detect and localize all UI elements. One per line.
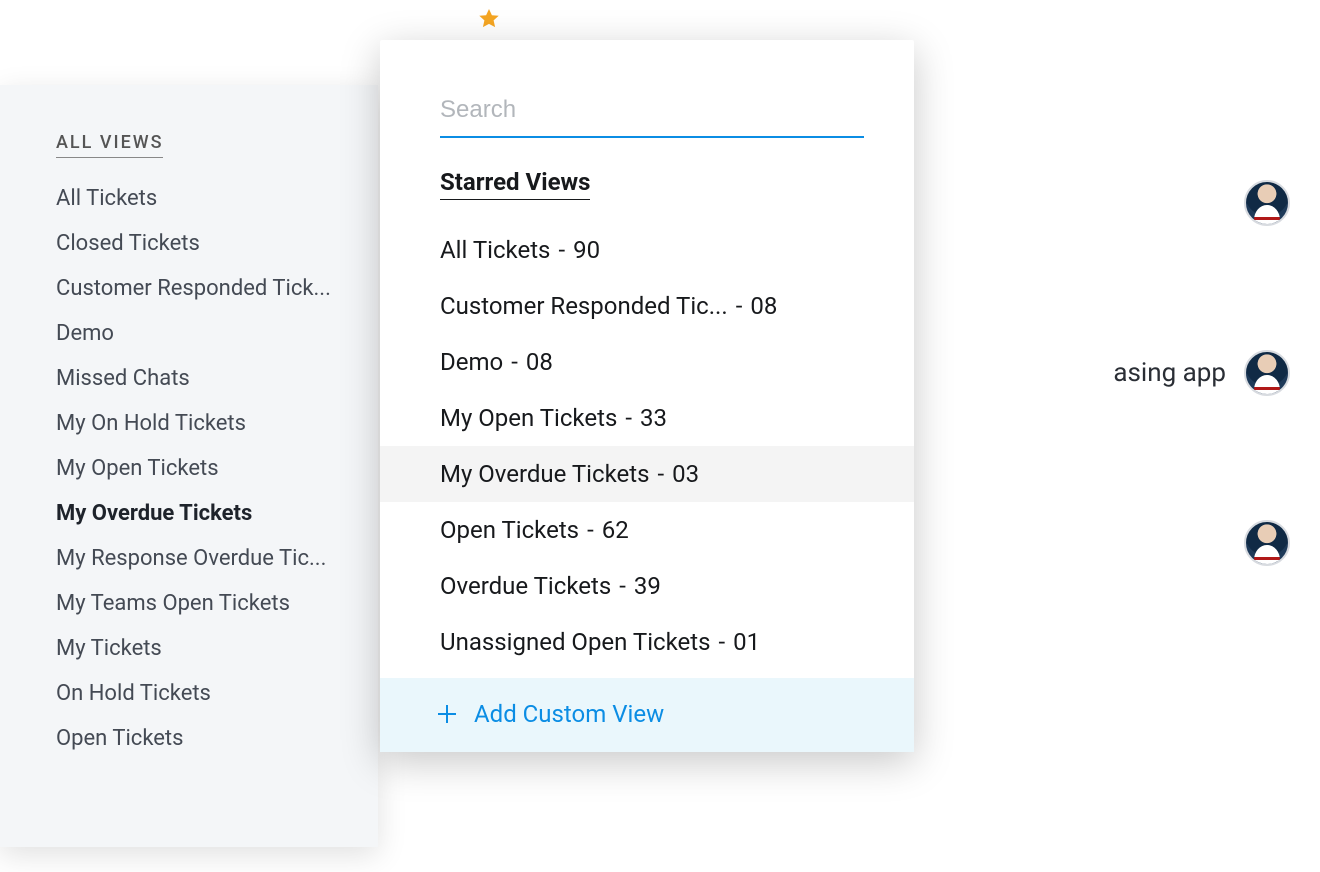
starred-view-label: My Open Tickets — [440, 404, 617, 432]
sidebar-item[interactable]: My Open Tickets — [56, 456, 346, 481]
starred-view-item[interactable]: Customer Responded Tic... - 08 — [380, 278, 914, 334]
separator: - — [558, 236, 565, 264]
sidebar-item[interactable]: My On Hold Tickets — [56, 411, 346, 436]
starred-view-count: 08 — [526, 348, 553, 376]
starred-view-item[interactable]: Demo - 08 — [380, 334, 914, 390]
avatar — [1244, 520, 1290, 566]
sidebar-item[interactable]: Customer Responded Tick... — [56, 276, 346, 301]
starred-views-dropdown: Starred Views All Tickets - 90Customer R… — [380, 40, 914, 752]
starred-view-item[interactable]: Overdue Tickets - 39 — [380, 558, 914, 614]
ticket-row[interactable]: asing app — [912, 350, 1290, 396]
starred-view-count: 33 — [640, 404, 667, 432]
separator: - — [511, 348, 518, 376]
starred-view-label: Unassigned Open Tickets — [440, 628, 711, 656]
starred-view-label: Demo — [440, 348, 503, 376]
starred-views-heading: Starred Views — [440, 168, 590, 200]
separator: - — [625, 404, 632, 432]
sidebar-item[interactable]: My Teams Open Tickets — [56, 591, 346, 616]
separator: - — [736, 292, 743, 320]
search-wrap — [380, 90, 914, 168]
separator: - — [587, 516, 594, 544]
starred-list: All Tickets - 90Customer Responded Tic..… — [380, 222, 914, 670]
add-custom-view-button[interactable]: Add Custom View — [380, 678, 914, 752]
starred-view-item[interactable]: Open Tickets - 62 — [380, 502, 914, 558]
star-icon — [477, 7, 501, 31]
starred-view-count: 03 — [672, 460, 699, 488]
starred-view-item[interactable]: All Tickets - 90 — [380, 222, 914, 278]
starred-view-count: 39 — [634, 572, 661, 600]
sidebar-item[interactable]: All Tickets — [56, 186, 346, 211]
avatar — [1244, 350, 1290, 396]
sidebar-item[interactable]: Demo — [56, 321, 346, 346]
sidebar-item[interactable]: My Overdue Tickets — [56, 501, 346, 526]
starred-view-label: Open Tickets — [440, 516, 579, 544]
starred-view-count: 90 — [573, 236, 600, 264]
sidebar-item[interactable]: Open Tickets — [56, 726, 346, 751]
separator: - — [719, 628, 726, 656]
starred-view-count: 62 — [602, 516, 629, 544]
plus-icon — [438, 705, 456, 723]
starred-view-item[interactable]: My Open Tickets - 33 — [380, 390, 914, 446]
starred-view-item[interactable]: Unassigned Open Tickets - 01 — [380, 614, 914, 670]
sidebar-item[interactable]: Missed Chats — [56, 366, 346, 391]
starred-view-count: 01 — [733, 628, 760, 656]
sidebar-title: ALL VIEWS — [56, 132, 163, 158]
sidebar-item[interactable]: My Response Overdue Tic... — [56, 546, 346, 571]
starred-view-label: All Tickets — [440, 236, 550, 264]
separator: - — [619, 572, 626, 600]
views-sidebar: ALL VIEWS All Tickets Closed Tickets Custo… — [0, 85, 378, 847]
ticket-row[interactable] — [912, 520, 1290, 566]
sidebar-list: All Tickets Closed Tickets Customer Respon… — [56, 186, 348, 751]
starred-view-item[interactable]: My Overdue Tickets - 03 — [380, 446, 914, 502]
starred-view-label: Overdue Tickets — [440, 572, 611, 600]
starred-view-label: Customer Responded Tic... — [440, 292, 728, 320]
sidebar-item[interactable]: My Tickets — [56, 636, 346, 661]
add-custom-view-label: Add Custom View — [474, 700, 664, 728]
search-input[interactable] — [440, 90, 864, 138]
starred-view-label: My Overdue Tickets — [440, 460, 649, 488]
sidebar-item[interactable]: Closed Tickets — [56, 231, 346, 256]
ticket-row[interactable] — [912, 180, 1290, 226]
starred-view-count: 08 — [750, 292, 777, 320]
separator: - — [657, 460, 664, 488]
avatar — [1244, 180, 1290, 226]
sidebar-item[interactable]: On Hold Tickets — [56, 681, 346, 706]
ticket-title-fragment: asing app — [1113, 358, 1226, 388]
